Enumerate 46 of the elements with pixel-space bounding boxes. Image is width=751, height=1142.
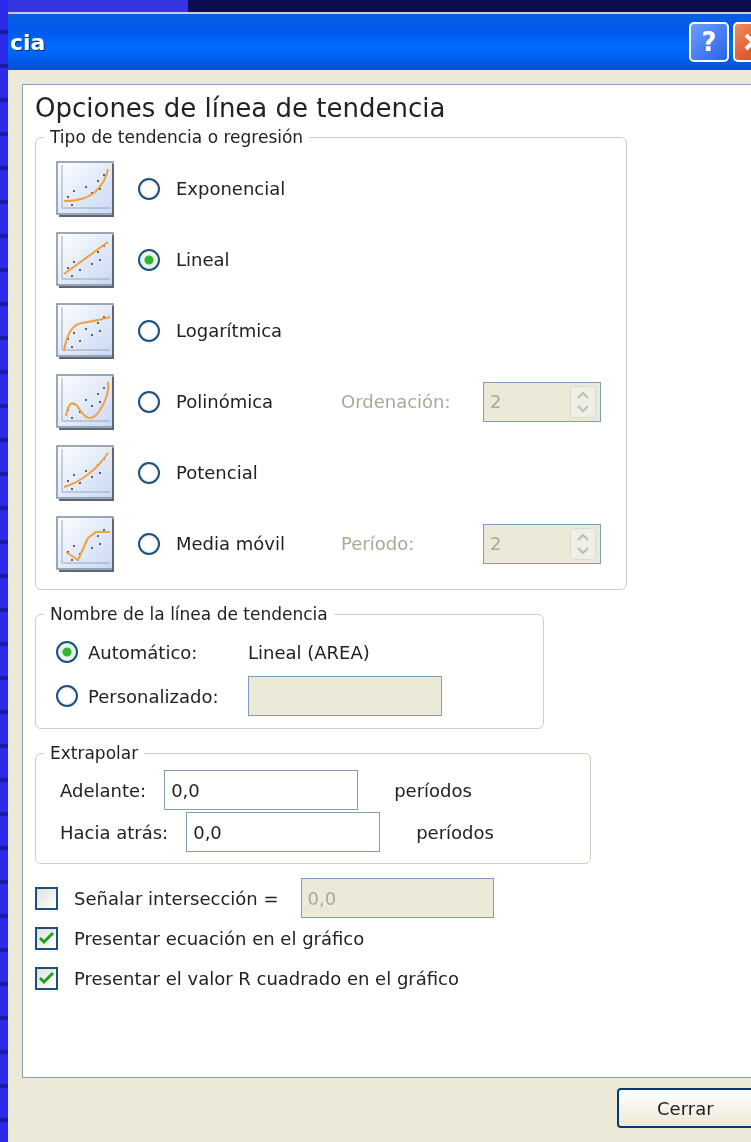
trend-name-value: Lineal (AREA) (248, 641, 370, 663)
close-dialog-button[interactable]: Cerrar (617, 1088, 751, 1128)
radio-button[interactable] (138, 390, 160, 413)
window-title: cia (10, 29, 46, 55)
option-label: Polinómica (176, 391, 275, 412)
check-mark-icon (39, 971, 54, 985)
radio-button[interactable] (138, 461, 160, 484)
option-label: Media móvil (176, 533, 286, 554)
option-label: Automático: (88, 641, 199, 663)
periods-input-field[interactable]: 0,0 (164, 770, 359, 810)
setting-label: Período: (341, 533, 416, 554)
radio-button[interactable] (138, 177, 160, 200)
setting-label: Ordenación: (341, 391, 452, 412)
periods-input-field[interactable]: 0,0 (186, 812, 381, 852)
checkbox-label: Presentar el valor R cuadrado en el gráfico (74, 967, 459, 989)
trendline-chart-icon (56, 231, 116, 288)
trendline-chart-icon (56, 444, 116, 501)
unit-label: períodos (394, 779, 472, 801)
unit-label: períodos (416, 821, 494, 843)
option-label: Logarítmica (176, 320, 284, 341)
checkbox[interactable] (35, 966, 58, 990)
trendline-chart-icon (56, 160, 116, 217)
field-label: Hacia atrás: (60, 821, 169, 843)
trendline-chart-icon (56, 515, 116, 572)
group-legend: Extrapolar (44, 743, 145, 763)
radio-button[interactable] (56, 641, 78, 663)
checkbox[interactable] (35, 886, 58, 910)
option-label: Lineal (176, 249, 231, 270)
panel-heading: Opciones de línea de tendencia (35, 93, 447, 123)
group-legend: Nombre de la línea de tendencia (44, 604, 334, 624)
checkbox-label: Señalar intersección = (74, 887, 279, 909)
radio-button[interactable] (138, 248, 160, 271)
trendline-chart-icon (56, 373, 116, 430)
check-mark-icon (39, 931, 54, 945)
help-button[interactable]: ? (689, 22, 729, 62)
option-label: Personalizado: (88, 685, 220, 707)
field-label: Adelante: (60, 779, 147, 801)
option-label: Exponencial (176, 178, 287, 199)
option-label: Potencial (176, 462, 259, 483)
checkbox[interactable] (35, 926, 58, 950)
trendline-chart-icon (56, 302, 116, 359)
radio-button[interactable] (56, 685, 78, 707)
group-legend: Tipo de tendencia o regresión (44, 127, 310, 147)
checkbox-label: Presentar ecuación en el gráfico (74, 927, 365, 949)
radio-button[interactable] (138, 319, 160, 342)
radio-button[interactable] (138, 532, 160, 555)
